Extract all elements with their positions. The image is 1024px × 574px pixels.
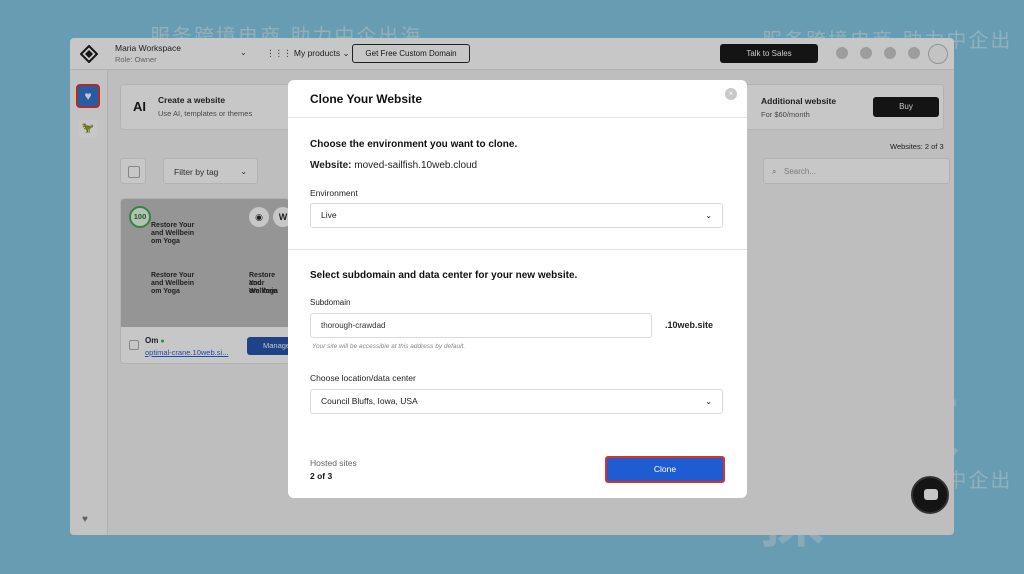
source-website: Website: moved-sailfish.10web.cloud: [310, 160, 477, 171]
choose-environment-heading: Choose the environment you want to clone…: [310, 139, 518, 150]
website-label: Website:: [310, 160, 352, 171]
subdomain-hint: Your site will be accessible at this add…: [312, 343, 466, 350]
hosted-sites-value: 2 of 3: [310, 471, 333, 481]
subdomain-suffix: .10web.site: [665, 320, 714, 330]
environment-select[interactable]: Live ⌄: [310, 203, 723, 228]
clone-button[interactable]: Clone: [605, 456, 725, 483]
subdomain-label: Subdomain: [310, 298, 351, 307]
location-label: Choose location/data center: [310, 373, 416, 383]
environment-label: Environment: [310, 188, 358, 198]
section-divider: [288, 249, 747, 250]
modal-title: Clone Your Website: [310, 92, 423, 106]
subdomain-input[interactable]: [310, 313, 652, 338]
location-select[interactable]: Council Bluffs, Iowa, USA ⌄: [310, 389, 723, 414]
location-value: Council Bluffs, Iowa, USA: [321, 396, 418, 406]
chevron-down-icon: ⌄: [705, 211, 712, 220]
modal-divider: [288, 117, 747, 118]
environment-value: Live: [321, 210, 337, 220]
subdomain-heading: Select subdomain and data center for you…: [310, 270, 578, 281]
close-icon[interactable]: ×: [725, 88, 737, 100]
website-value: moved-sailfish.10web.cloud: [354, 160, 478, 171]
hosted-sites-label: Hosted sites: [310, 458, 357, 468]
chevron-down-icon: ⌄: [705, 397, 712, 406]
clone-website-modal: Clone Your Website × Choose the environm…: [288, 80, 747, 498]
